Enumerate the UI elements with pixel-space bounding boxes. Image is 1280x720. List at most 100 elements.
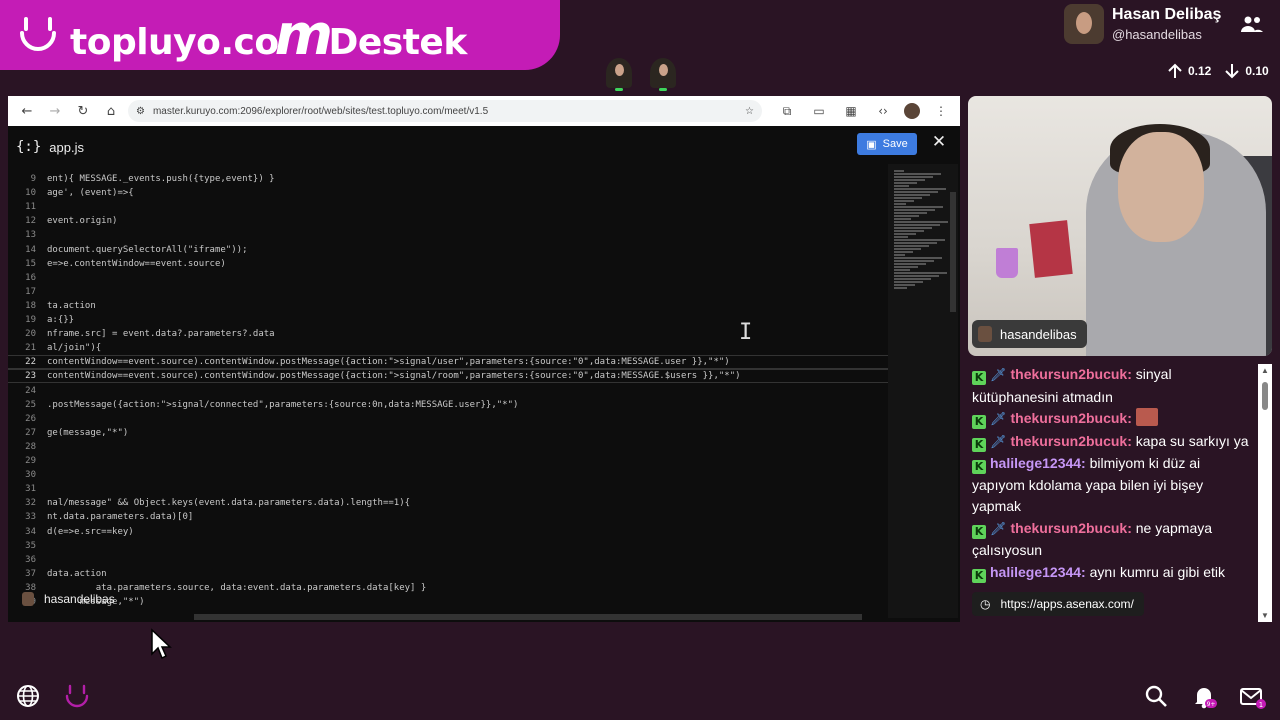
globe-icon[interactable]: [16, 684, 40, 708]
network-stats: 0.12 0.10: [1166, 62, 1269, 80]
chat-message: K 🗡 thekursun2bucuk: sinyal kütüphanesini …: [968, 364, 1258, 408]
devtools-icon[interactable]: ‹›: [872, 100, 894, 122]
line-number: 27: [25, 427, 36, 438]
chat-panel[interactable]: K 🗡 thekursun2bucuk: sinyal kütüphanesini …: [968, 364, 1258, 622]
code-text: e=>e.contentWindow==event.source): [47, 258, 226, 269]
code-text: nframe.src] = event.data?.parameters?.da…: [47, 329, 275, 340]
code-line[interactable]: 32 nal/message" && Object.keys(event.data…: [8, 496, 888, 510]
code-line[interactable]: 12 event.origin): [8, 214, 888, 228]
bell-icon[interactable]: 9+: [1192, 684, 1218, 710]
code-line[interactable]: 31: [8, 482, 888, 496]
code-line[interactable]: 38 ata.parameters.source, data:event.dat…: [8, 581, 888, 595]
webcam-user-name: hasandelibas: [1000, 326, 1077, 342]
code-line[interactable]: 9 ent){ MESSAGE._events.push({type,event}…: [8, 172, 888, 186]
code-line[interactable]: 35: [8, 539, 888, 553]
kick-badge-icon: K: [972, 460, 986, 474]
code-line[interactable]: 18 ta.action: [8, 299, 888, 313]
code-line[interactable]: 16: [8, 271, 888, 285]
line-number: 16: [25, 272, 36, 283]
forward-icon[interactable]: →: [44, 100, 66, 122]
minimap[interactable]: [888, 164, 958, 618]
code-line[interactable]: 19 a:{}}: [8, 313, 888, 327]
minimap-line: [894, 215, 919, 217]
address-bar[interactable]: ⚙ master.kuruyo.com:2096/explorer/root/w…: [128, 100, 762, 122]
topluyo-logo-icon[interactable]: [64, 684, 90, 710]
minimap-line: [894, 257, 942, 259]
participant-avatar[interactable]: [606, 58, 632, 91]
sword-badge-icon: 🗡: [990, 434, 1007, 450]
save-button[interactable]: ▣ Save: [857, 133, 917, 155]
mail-icon[interactable]: 1: [1240, 686, 1266, 710]
kick-badge-icon: K: [972, 568, 986, 583]
code-line[interactable]: 13: [8, 228, 888, 242]
chat-message: K 🗡 thekursun2bucuk:: [968, 408, 1258, 431]
code-line[interactable]: 36: [8, 553, 888, 567]
profile-avatar[interactable]: [904, 103, 920, 119]
search-icon[interactable]: [1144, 684, 1168, 708]
code-line[interactable]: 26: [8, 412, 888, 426]
user-card[interactable]: Hasan Delibaş @hasandelibas: [1064, 4, 1221, 44]
chat-message: Khalilege12344: bilmiyom ki düz ai yapıy…: [968, 453, 1258, 518]
minimap-scrollbar[interactable]: [950, 192, 956, 312]
minimap-line: [894, 209, 935, 211]
site-info-icon[interactable]: ⚙: [136, 106, 145, 117]
participant-avatar[interactable]: [650, 58, 676, 91]
code-line[interactable]: 28: [8, 440, 888, 454]
code-line[interactable]: 23 contentWindow==event.source).contentWi…: [8, 369, 888, 384]
minimap-line: [894, 224, 940, 226]
code-line[interactable]: 27 ge(message,"*"): [8, 426, 888, 440]
code-line[interactable]: 17: [8, 285, 888, 299]
cast-icon[interactable]: ▭: [808, 100, 830, 122]
browser-window: ← → ↻ ⌂ ⚙ master.kuruyo.com:2096/explore…: [8, 96, 960, 622]
code-line[interactable]: 22 contentWindow==event.source).contentWi…: [8, 355, 888, 370]
code-editor[interactable]: 9 ent){ MESSAGE._events.push({type,event}…: [8, 168, 888, 622]
horizontal-scrollbar[interactable]: [194, 614, 862, 620]
minimap-line: [894, 197, 922, 199]
code-line[interactable]: 15 e=>e.contentWindow==event.source): [8, 257, 888, 271]
upload-rate: 0.12: [1188, 64, 1212, 78]
sword-badge-icon: 🗡: [990, 368, 1007, 383]
chat-username[interactable]: thekursun2bucuk:: [1011, 433, 1132, 449]
code-line[interactable]: 11: [8, 200, 888, 214]
code-line[interactable]: 34 d(e=>e.src==key): [8, 525, 888, 539]
code-line[interactable]: 21 al/join"){: [8, 341, 888, 355]
line-number: 14: [25, 244, 36, 255]
close-button[interactable]: ✕: [930, 132, 948, 154]
code-line[interactable]: 25 .postMessage({action:">signal/connecte…: [8, 398, 888, 412]
bookmark-star-icon[interactable]: ☆: [745, 106, 754, 117]
chat-username[interactable]: halilege12344:: [990, 564, 1086, 580]
minimap-line: [894, 200, 914, 202]
code-line[interactable]: 33 nt.data.parameters.data)[0]: [8, 510, 888, 524]
webcam-feed: hasandelibas: [968, 96, 1272, 356]
webcam-label: hasandelibas: [972, 320, 1087, 348]
code-line[interactable]: 39 message,"*"): [8, 595, 888, 609]
home-icon[interactable]: ⌂: [100, 100, 122, 122]
extensions-icon[interactable]: ⧉: [776, 100, 798, 122]
avatar: [978, 326, 992, 342]
code-line[interactable]: 30: [8, 468, 888, 482]
code-line[interactable]: 10 age', (event)=>{: [8, 186, 888, 200]
code-line[interactable]: 20 nframe.src] = event.data?.parameters?.…: [8, 327, 888, 341]
line-number: 10: [25, 188, 36, 199]
chat-username[interactable]: thekursun2bucuk:: [1011, 366, 1132, 382]
file-name: app.js: [49, 139, 84, 155]
menu-dots-icon[interactable]: ⋮: [930, 100, 952, 122]
chat-username[interactable]: halilege12344:: [990, 455, 1086, 471]
chat-username[interactable]: thekursun2bucuk:: [1011, 410, 1132, 426]
people-icon[interactable]: [1240, 14, 1264, 34]
code-line[interactable]: 29: [8, 454, 888, 468]
apps-icon[interactable]: ▦: [840, 100, 862, 122]
minimap-line: [894, 275, 939, 277]
code-line[interactable]: 24: [8, 384, 888, 398]
code-line[interactable]: 14 document.querySelectorAll("iframe"));: [8, 243, 888, 257]
chat-scrollbar[interactable]: ▲ ▼: [1258, 364, 1272, 622]
participant-avatars: [606, 58, 676, 91]
code-text: data.action: [47, 568, 107, 579]
line-number: 25: [25, 399, 36, 410]
reload-icon[interactable]: ↻: [72, 100, 94, 122]
code-text: nt.data.parameters.data)[0]: [47, 512, 194, 523]
code-line[interactable]: 37 data.action: [8, 567, 888, 581]
minimap-line: [894, 260, 934, 262]
back-icon[interactable]: ←: [16, 100, 38, 122]
chat-username[interactable]: thekursun2bucuk:: [1011, 520, 1132, 536]
